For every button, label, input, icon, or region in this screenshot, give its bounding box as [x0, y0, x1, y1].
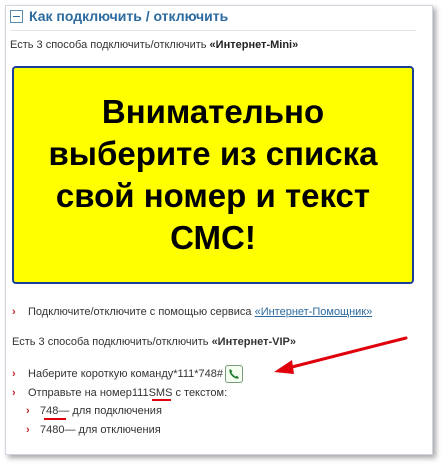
- list-item-ussd: › Наберите короткую команду *111*748#: [12, 365, 244, 383]
- header-divider: [10, 30, 416, 31]
- sms-option-off: › 7480 — для отключения: [26, 424, 161, 436]
- bullet-icon: ›: [26, 424, 30, 436]
- sms-number: 111: [131, 387, 149, 399]
- sms-option-on: › 748 — для подключения: [26, 405, 162, 417]
- bullet-icon: ›: [12, 368, 16, 380]
- intro-service-name: «Интернет-Mini»: [209, 39, 299, 51]
- collapse-toggle-icon[interactable]: [10, 9, 23, 23]
- vip-intro: Есть 3 способа подключить/отключить «Инт…: [12, 336, 296, 348]
- bullet-icon: ›: [12, 306, 16, 318]
- sms-on-code: 748: [40, 405, 59, 417]
- section-title[interactable]: Как подключить / отключить: [29, 8, 228, 24]
- list-item-sms: › Отправьте на номер 111 SMS с текстом:: [12, 387, 228, 399]
- ussd-code: *111*748#: [173, 368, 224, 380]
- section-header[interactable]: Как подключить / отключить: [10, 8, 228, 24]
- bullet-icon: ›: [12, 387, 16, 399]
- call-icon[interactable]: [225, 365, 244, 383]
- sms-number-underline: [152, 399, 171, 401]
- warning-banner-text: Внимательно выберите из списка свой номе…: [48, 93, 378, 256]
- intro-text: Есть 3 способа подключить/отключить «Инт…: [10, 39, 299, 51]
- annotation-arrow-icon: [274, 336, 408, 374]
- internet-assistant-link[interactable]: «Интернет-Помощник»: [255, 306, 373, 318]
- sms-code-underline: [44, 418, 66, 420]
- warning-banner: Внимательно выберите из списка свой номе…: [12, 66, 414, 284]
- list-item-assistant: › Подключите/отключите с помощью сервиса…: [12, 306, 373, 318]
- bullet-icon: ›: [26, 405, 30, 417]
- sms-off-code: 7480: [40, 424, 65, 436]
